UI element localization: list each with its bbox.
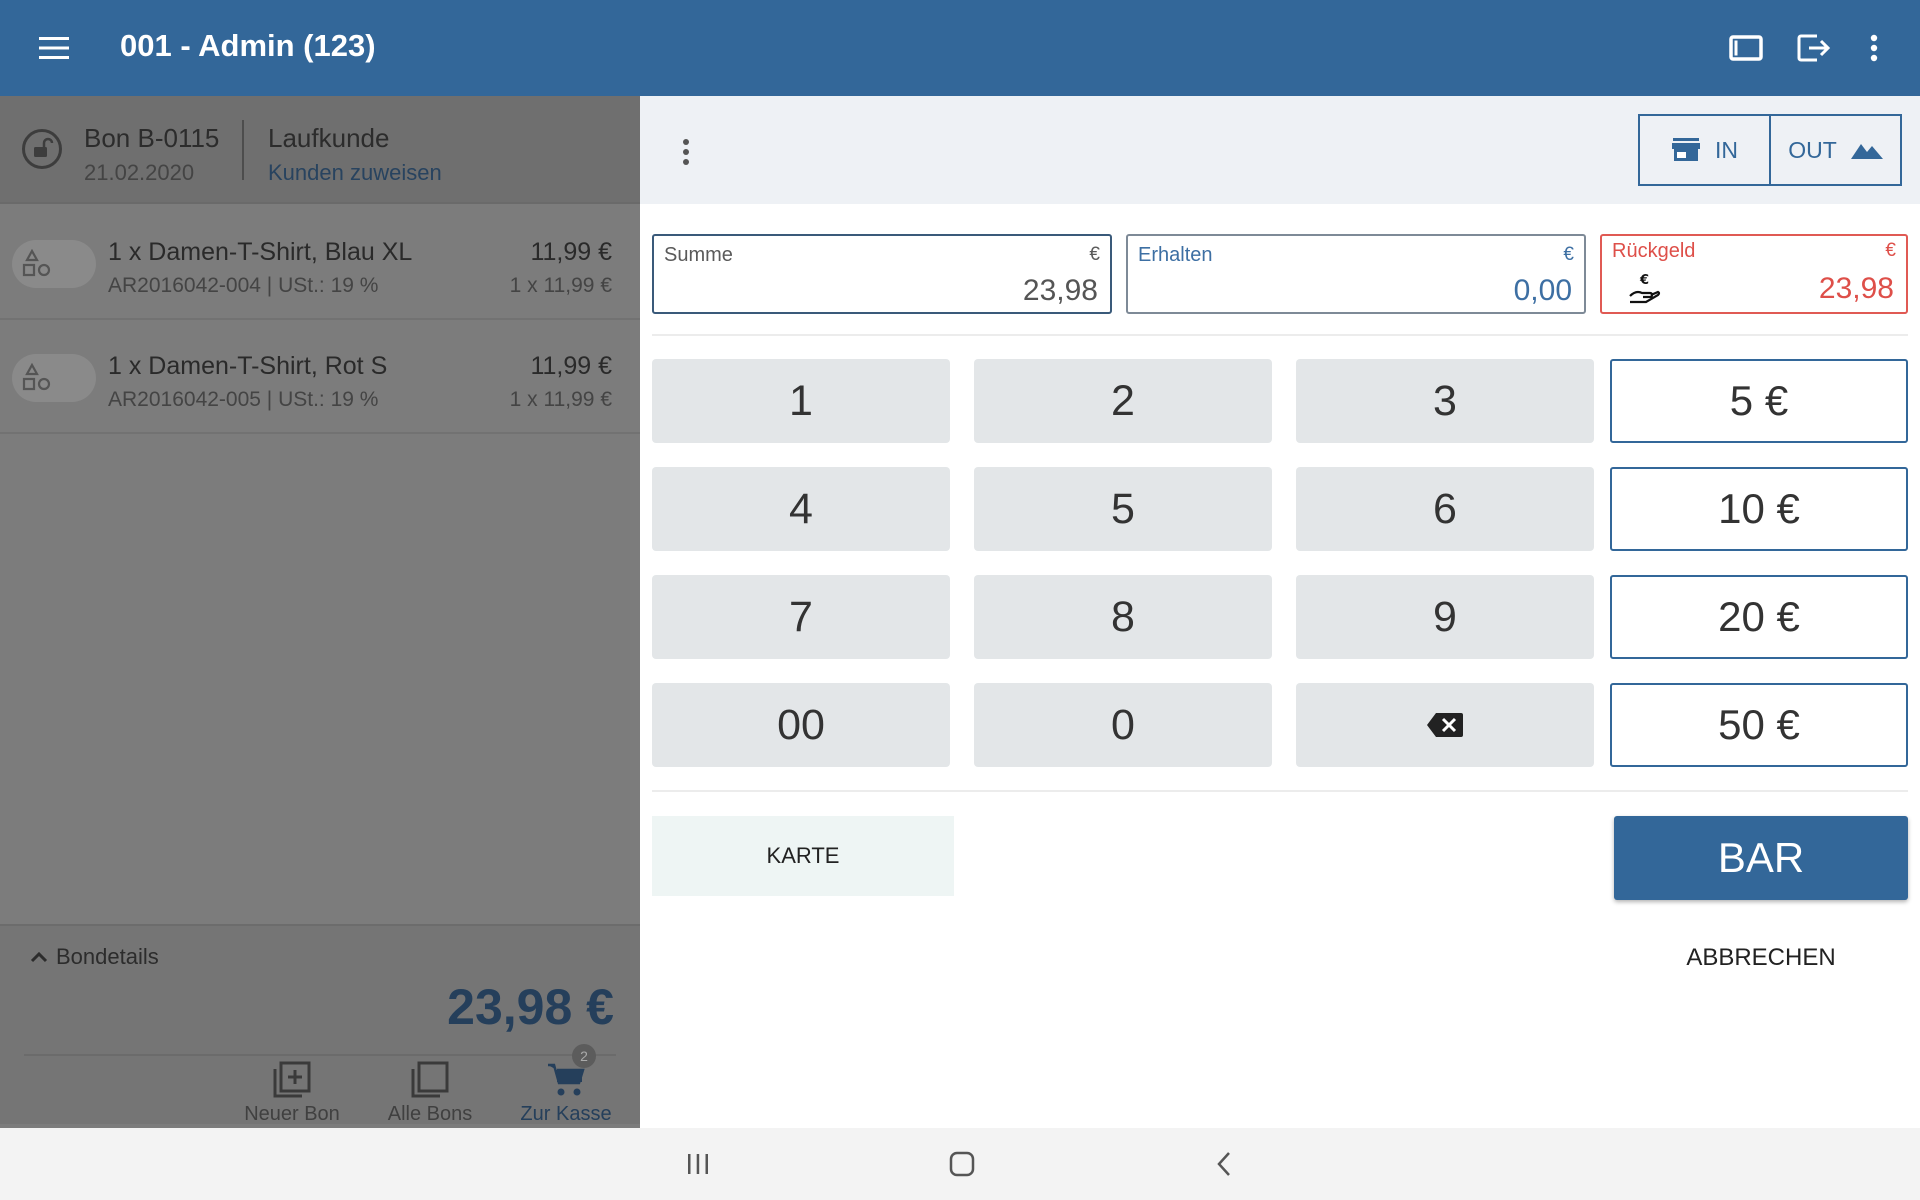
bon-date: 21.02.2020 bbox=[84, 160, 195, 185]
item-name: 1 x Damen-T-Shirt, Blau XL bbox=[108, 238, 413, 266]
sum-field: Summe € 23,98 bbox=[652, 234, 1112, 314]
out-button[interactable]: OUT bbox=[1769, 116, 1900, 184]
receipt-header: Bon B-0115 21.02.2020 Laufkunde Kunden z… bbox=[0, 96, 640, 204]
key-5[interactable]: 5 bbox=[974, 467, 1272, 551]
item-qty: 1 x 11,99 € bbox=[509, 274, 612, 297]
key-6[interactable]: 6 bbox=[1296, 467, 1594, 551]
new-bon-button[interactable]: Neuer Bon bbox=[234, 1044, 350, 1126]
store-icon bbox=[1672, 138, 1700, 161]
quick-amount-50[interactable]: 50 € bbox=[1610, 683, 1908, 767]
received-field[interactable]: Erhalten € 0,00 bbox=[1126, 234, 1586, 314]
received-value: 0,00 bbox=[1513, 274, 1572, 307]
logout-icon[interactable] bbox=[1788, 24, 1840, 72]
checkout-button[interactable]: Zur Kasse 2 bbox=[512, 1044, 620, 1126]
key-9[interactable]: 9 bbox=[1296, 575, 1594, 659]
sum-value: 23,98 bbox=[1022, 274, 1098, 307]
recent-apps-icon[interactable] bbox=[668, 1140, 728, 1188]
cash-button[interactable]: BAR bbox=[1614, 816, 1908, 900]
change-field: Rückgeld € € 23,98 bbox=[1600, 234, 1908, 314]
received-label: Erhalten bbox=[1138, 244, 1213, 266]
key-7[interactable]: 7 bbox=[652, 575, 950, 659]
app-title: 001 - Admin (123) bbox=[120, 28, 376, 63]
details-toggle[interactable]: Bondetails bbox=[30, 944, 159, 970]
checkout-label: Zur Kasse bbox=[520, 1103, 612, 1125]
change-label: Rückgeld bbox=[1612, 240, 1696, 262]
card-button[interactable]: KARTE bbox=[652, 816, 954, 896]
lock-open-icon[interactable] bbox=[22, 129, 62, 169]
hand-coin-icon: € bbox=[1629, 273, 1661, 304]
item-sku: AR2016042-004 | USt.: 19 % bbox=[108, 274, 379, 297]
shapes-icon bbox=[12, 240, 96, 288]
system-nav-bar bbox=[0, 1128, 1920, 1200]
change-value: 23,98 bbox=[1818, 272, 1894, 305]
out-label: OUT bbox=[1788, 136, 1837, 163]
payment-toolbar: IN OUT bbox=[640, 96, 1920, 204]
assign-customer-link[interactable]: Kunden zuweisen bbox=[268, 160, 442, 186]
svg-text:€: € bbox=[1639, 273, 1649, 288]
library-icon bbox=[411, 1061, 449, 1098]
chevron-up-icon bbox=[30, 951, 48, 963]
more-vert-icon[interactable] bbox=[1848, 24, 1900, 72]
tablet-icon[interactable] bbox=[1720, 24, 1772, 72]
key-4[interactable]: 4 bbox=[652, 467, 950, 551]
cancel-button[interactable]: ABBRECHEN bbox=[1614, 938, 1908, 978]
more-vert-icon[interactable] bbox=[670, 132, 702, 172]
new-bon-label: Neuer Bon bbox=[244, 1103, 340, 1125]
key-1[interactable]: 1 bbox=[652, 359, 950, 443]
key-00[interactable]: 00 bbox=[652, 683, 950, 767]
customer-name: Laufkunde bbox=[268, 123, 390, 153]
key-0[interactable]: 0 bbox=[974, 683, 1272, 767]
in-button[interactable]: IN bbox=[1640, 116, 1769, 184]
menu-icon[interactable] bbox=[28, 24, 80, 72]
divider bbox=[652, 334, 1908, 336]
receipt-panel: Bon B-0115 21.02.2020 Laufkunde Kunden z… bbox=[0, 96, 640, 1189]
quick-amount-10[interactable]: 10 € bbox=[1610, 467, 1908, 551]
sum-label: Summe bbox=[664, 244, 733, 266]
app-bar: 001 - Admin (123) bbox=[0, 0, 1920, 96]
add-library-icon bbox=[273, 1061, 311, 1098]
payment-panel: IN OUT Summe € 23,98 Erhalten € 0,00 Rüc… bbox=[640, 96, 1920, 1128]
backspace-button[interactable] bbox=[1296, 683, 1594, 767]
change-currency: € bbox=[1885, 240, 1896, 261]
key-2[interactable]: 2 bbox=[974, 359, 1272, 443]
item-qty: 1 x 11,99 € bbox=[509, 388, 612, 411]
list-item[interactable]: 1 x Damen-T-Shirt, Blau XL AR2016042-004… bbox=[0, 208, 640, 320]
in-out-toggle: IN OUT bbox=[1638, 114, 1902, 186]
back-icon[interactable] bbox=[1194, 1140, 1254, 1188]
item-name: 1 x Damen-T-Shirt, Rot S bbox=[108, 352, 388, 380]
home-icon[interactable] bbox=[932, 1140, 992, 1188]
item-price: 11,99 € bbox=[530, 238, 612, 266]
list-item[interactable]: 1 x Damen-T-Shirt, Rot S AR2016042-005 |… bbox=[0, 322, 640, 434]
received-currency: € bbox=[1563, 244, 1574, 265]
quick-amount-20[interactable]: 20 € bbox=[1610, 575, 1908, 659]
key-8[interactable]: 8 bbox=[974, 575, 1272, 659]
quick-amount-5[interactable]: 5 € bbox=[1610, 359, 1908, 443]
divider bbox=[242, 120, 244, 180]
all-bons-label: Alle Bons bbox=[387, 1103, 473, 1125]
bon-number: Bon B-0115 bbox=[84, 123, 220, 153]
sum-currency: € bbox=[1089, 244, 1100, 265]
item-price: 11,99 € bbox=[530, 352, 612, 380]
backspace-icon bbox=[1427, 713, 1463, 737]
key-3[interactable]: 3 bbox=[1296, 359, 1594, 443]
all-bons-button[interactable]: Alle Bons bbox=[374, 1044, 486, 1126]
receipt-total: 23,98 € bbox=[447, 979, 614, 1035]
details-label: Bondetails bbox=[56, 944, 159, 969]
in-label: IN bbox=[1715, 136, 1738, 163]
landscape-icon bbox=[1850, 144, 1883, 159]
shapes-icon bbox=[12, 354, 96, 402]
item-sku: AR2016042-005 | USt.: 19 % bbox=[108, 388, 379, 411]
cart-badge: 2 bbox=[572, 1044, 596, 1068]
divider bbox=[652, 790, 1908, 792]
